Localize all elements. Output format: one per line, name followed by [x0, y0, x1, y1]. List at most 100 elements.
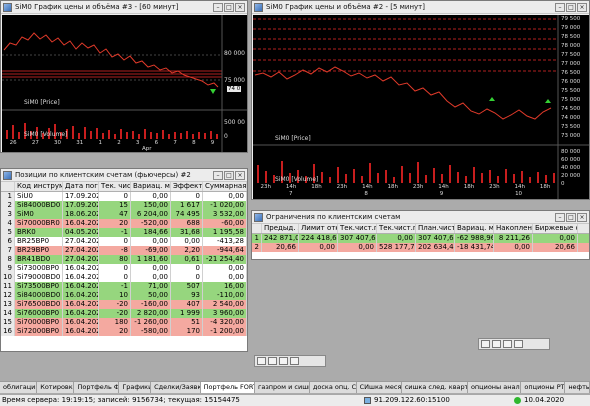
- restore-icon[interactable]: [492, 340, 501, 348]
- price-axis-5min: 79 500 79 000 78 500 78 000 77 500 77 00…: [561, 15, 580, 141]
- maximize-button[interactable]: □: [224, 170, 234, 180]
- time-axis-5min: 23h 14h 18h 23h 14h 18h 23h 14h 18h 23h …: [253, 184, 558, 190]
- price-tick: 75 000: [561, 97, 581, 103]
- chart-window-60min-titlebar[interactable]: SiM0 График цены и объёма #3 - [60 минут…: [1, 1, 247, 14]
- minimize-button[interactable]: –: [555, 2, 565, 12]
- table-row[interactable]: 8BR41BD027.04.2020801 181,600,61-21 254,…: [1, 255, 247, 264]
- workspace-tab[interactable]: Графики: [119, 382, 152, 393]
- table-cell: 0,00: [131, 273, 171, 282]
- table-row[interactable]: 4Si70000BR016.04.202020-520,00688-60,00: [1, 219, 247, 228]
- table-row[interactable]: 2 20,66 0,00 0,00 528 177,71 202 634,48 -18 43…: [252, 243, 589, 252]
- column-header[interactable]: План.чист.поз.: [416, 224, 455, 233]
- workspace-tab[interactable]: Котировки: [37, 382, 75, 393]
- table-row[interactable]: 12Si84000BD016.04.20201050,0093-110,00: [1, 291, 247, 300]
- workspace-tab[interactable]: нефть: [565, 382, 590, 393]
- close-button[interactable]: ×: [235, 170, 245, 180]
- restore-icon[interactable]: [268, 357, 277, 365]
- positions-window-titlebar[interactable]: Позиции по клиентским счетам (фьючерсы) …: [1, 169, 247, 182]
- window-icon: [481, 340, 490, 348]
- minimize-button[interactable]: –: [555, 212, 565, 222]
- minimize-button[interactable]: –: [213, 2, 223, 12]
- table-row[interactable]: 11Si73500BP016.04.2020-171,0050716,00: [1, 282, 247, 291]
- maximize-button[interactable]: □: [224, 2, 234, 12]
- positions-window[interactable]: Позиции по клиентским счетам (фьючерсы) …: [0, 168, 248, 352]
- close-button[interactable]: ×: [577, 212, 587, 222]
- minimized-window-2[interactable]: [254, 355, 326, 367]
- table-row[interactable]: 1242 871,06224 418,66307 407,620,00307 4…: [252, 234, 589, 243]
- table-cell: 2: [252, 243, 262, 252]
- table-row[interactable]: 7BR29BP027.04.2020-8-69,002,20-944,64: [1, 246, 247, 255]
- column-header[interactable]: Лимит откр. поз.: [299, 224, 338, 233]
- time-tick: 23h: [260, 184, 271, 190]
- table-row[interactable]: 2Si84000BD017.09.202015150,001 617-1 020…: [1, 201, 247, 210]
- table-cell: 16.04.2020: [63, 273, 99, 282]
- table-row[interactable]: 5BRK004.05.2020-1184,6631,681 195,58: [1, 228, 247, 237]
- column-header[interactable]: Биржевые сборы: [533, 224, 578, 233]
- minimize-button[interactable]: –: [213, 170, 223, 180]
- limits-window[interactable]: Ограничения по клиентским счетам – □ × П…: [251, 210, 590, 260]
- table-cell: 242 871,06: [262, 234, 299, 243]
- workspace-tab[interactable]: газпром и сишка: [255, 382, 310, 393]
- table-cell: 202 634,48: [418, 243, 455, 252]
- price-tick: 78 500: [561, 34, 581, 40]
- maximize-icon[interactable]: [503, 340, 512, 348]
- column-header[interactable]: Вариац. маржа: [455, 224, 494, 233]
- table-cell: 1 999: [171, 309, 203, 318]
- column-header[interactable]: Предыд. лимит: [262, 224, 299, 233]
- workspace-tab[interactable]: Портфель ФР: [74, 382, 120, 393]
- workspace-tab[interactable]: опционы анализ: [468, 382, 522, 393]
- column-header[interactable]: [252, 224, 262, 233]
- workspace-tab[interactable]: опционы РТС: [521, 382, 566, 393]
- time-tick: 18h: [463, 184, 475, 190]
- close-button[interactable]: ×: [577, 2, 587, 12]
- table-cell: -110,00: [203, 291, 247, 300]
- row-number: 16: [1, 327, 15, 336]
- table-row[interactable]: 13Si76500BD016.04.2020-20-160,004072 540…: [1, 300, 247, 309]
- maximize-button[interactable]: □: [566, 212, 576, 222]
- column-header[interactable]: Тек. чист.поз.: [99, 182, 131, 191]
- day-axis-5min: 7 8 9 10: [253, 191, 558, 197]
- table-cell: -580,00: [131, 327, 171, 336]
- table-row[interactable]: 3SiM018.06.2020476 204,0074 4953 532,00: [1, 210, 247, 219]
- maximize-icon[interactable]: [279, 357, 288, 365]
- table-row[interactable]: 16Si72000BP016.04.202020-580,00170-1 200…: [1, 327, 247, 336]
- table-row[interactable]: 1SiU017.09.202000,0000,00: [1, 192, 247, 201]
- column-header[interactable]: Суммарная в...: [203, 182, 247, 191]
- window-icon: [257, 357, 266, 365]
- workspace-tab[interactable]: Сделки/Заявки: [151, 382, 201, 393]
- table-row[interactable]: 6BR25BP027.04.202000,000,00-413,28: [1, 237, 247, 246]
- price-chart-60min[interactable]: 80 000 75 000 74 0 SiM0 [Price] 500 00 0…: [2, 15, 247, 152]
- last-price-tag: 74 0: [227, 86, 242, 92]
- price-chart-5min[interactable]: 79 500 79 000 78 500 78 000 77 500 77 00…: [253, 15, 589, 199]
- column-header[interactable]: Дата погаш.: [63, 182, 99, 191]
- workspace-tab[interactable]: СИшка месяц: [357, 382, 402, 393]
- close-icon[interactable]: [514, 340, 523, 348]
- minimized-window-1[interactable]: [478, 338, 550, 350]
- table-row[interactable]: 14Si76000BP016.04.2020-202 820,001 9993 …: [1, 309, 247, 318]
- column-header[interactable]: Тек.чист.поз. (...): [377, 224, 416, 233]
- table-cell: 0,00: [171, 237, 203, 246]
- chart-window-5min[interactable]: SiM0 График цены и объёма #2 - [5 минут]…: [251, 0, 590, 200]
- chart-window-icon: [254, 2, 263, 12]
- table-row[interactable]: 9Si73000BP016.04.202000,0000,00: [1, 264, 247, 273]
- table-cell: -20: [99, 300, 131, 309]
- table-row[interactable]: 10Si79000BD016.04.202000,0000,00: [1, 273, 247, 282]
- time-tick: 2: [117, 140, 121, 146]
- workspace-tab[interactable]: облигации: [0, 382, 38, 393]
- close-icon[interactable]: [290, 357, 299, 365]
- column-header[interactable]: Вариац. маржа: [131, 182, 171, 191]
- column-header[interactable]: Эффект. цена: [171, 182, 203, 191]
- table-cell: Si73000BP0: [15, 264, 63, 273]
- limits-window-titlebar[interactable]: Ограничения по клиентским счетам – □ ×: [252, 211, 589, 224]
- table-row[interactable]: 15Si70000BP016.04.2020180-1 260,0051-4 3…: [1, 318, 247, 327]
- column-header[interactable]: Тек.чист.поз.: [338, 224, 377, 233]
- maximize-button[interactable]: □: [566, 2, 576, 12]
- column-header[interactable]: Накоплен. доход: [494, 224, 533, 233]
- workspace-tab[interactable]: сишка след. квартал: [402, 382, 468, 393]
- close-button[interactable]: ×: [235, 2, 245, 12]
- chart-window-5min-titlebar[interactable]: SiM0 График цены и объёма #2 - [5 минут]…: [252, 1, 589, 14]
- column-header[interactable]: Код инструмента: [15, 182, 63, 191]
- chart-window-60min[interactable]: SiM0 График цены и объёма #3 - [60 минут…: [0, 0, 248, 153]
- workspace-tab[interactable]: доска опц. СИ: [310, 382, 357, 393]
- workspace-tab[interactable]: Портфель FORTS: [200, 382, 255, 393]
